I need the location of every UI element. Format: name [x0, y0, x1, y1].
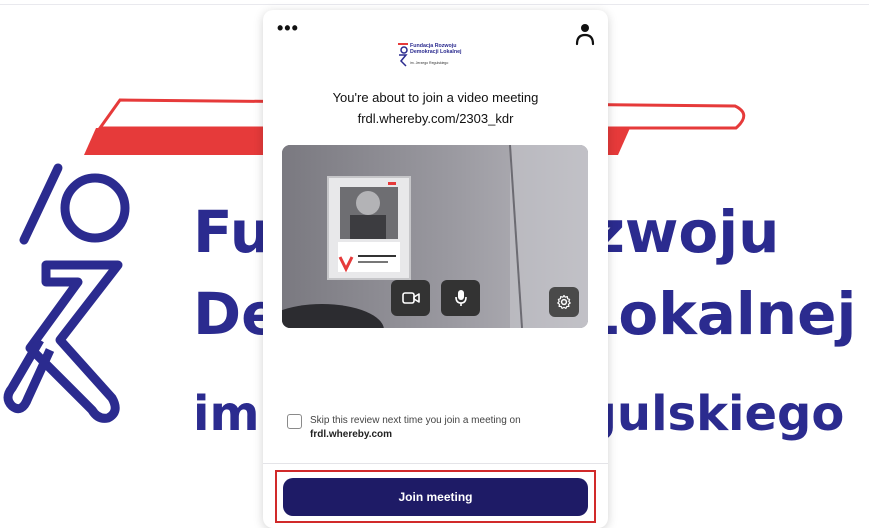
settings-button[interactable]	[549, 287, 579, 317]
camera-preview	[282, 145, 588, 328]
join-meeting-dialog: ••• Fundacja Rozwoju Demokracji Lokalnej…	[263, 10, 608, 528]
join-meeting-button[interactable]: Join meeting	[283, 478, 588, 516]
camera-toggle-button[interactable]	[391, 280, 430, 316]
gear-icon	[557, 294, 571, 309]
skip-review-checkbox[interactable]	[287, 414, 302, 429]
footer-divider	[263, 463, 608, 464]
camera-preview-image	[282, 145, 588, 328]
dialog-title: You're about to join a video meeting	[332, 90, 539, 105]
more-horizontal-icon[interactable]: •••	[277, 19, 299, 40]
meeting-url: frdl.whereby.com/2303_kdr	[357, 111, 514, 126]
user-icon[interactable]	[574, 22, 596, 46]
foundation-mini-logo: Fundacja Rozwoju Demokracji Lokalnej im.…	[396, 42, 476, 68]
mini-logo-graphic	[398, 43, 408, 67]
skip-review-row: Skip this review next time you join a me…	[287, 414, 587, 450]
skip-review-text: Skip this review next time you join a me…	[310, 415, 521, 426]
microphone-toggle-button[interactable]	[441, 280, 480, 316]
mini-logo-line2: Demokracji Lokalnej	[410, 49, 462, 55]
skip-review-domain: frdl.whereby.com	[310, 429, 393, 440]
microphone-icon	[454, 290, 467, 306]
mini-logo-line3: im. Jerzego Regulskiego	[410, 61, 449, 65]
camera-icon	[401, 292, 420, 304]
